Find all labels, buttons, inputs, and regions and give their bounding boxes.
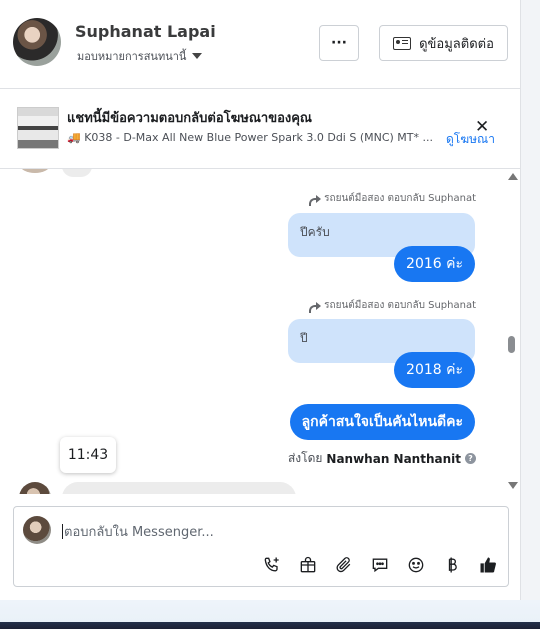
assign-conversation-dropdown[interactable]: มอบหมายการสนทนานี้ — [77, 47, 203, 65]
shopping-bag-icon[interactable] — [296, 555, 320, 575]
caret-down-icon — [192, 53, 203, 59]
sender-name: Nanwhan Nanthanit — [326, 451, 461, 466]
conversation-panel: Suphanat Lapai มอบหมายการสนทนานี้ ··· ดู… — [0, 0, 521, 600]
scrollbar-thumb[interactable] — [508, 336, 515, 353]
emoji-icon[interactable] — [404, 555, 428, 575]
sent-by-note: ส่งโดย Nanwhan Nanthanit ? — [288, 449, 476, 468]
ad-thumbnail[interactable] — [17, 107, 59, 149]
reply-note-text: รถยนต์มือสอง ตอบกลับ Suphanat — [324, 193, 476, 204]
sent-by-prefix: ส่งโดย — [287, 451, 323, 465]
view-contact-button[interactable]: ดูข้อมูลติดต่อ — [379, 25, 508, 61]
reply-note: รถยนต์มือสอง ตอบกลับ Suphanat — [309, 191, 476, 206]
message-composer[interactable]: ตอบกลับใน Messenger... — [13, 506, 509, 587]
avatar[interactable] — [13, 18, 61, 66]
baht-icon[interactable] — [440, 555, 464, 575]
scroll-down-icon[interactable] — [508, 482, 518, 489]
user-name[interactable]: Suphanat Lapai — [75, 22, 216, 41]
message-bubble — [62, 169, 92, 177]
timestamp-tooltip: 11:43 — [60, 437, 116, 473]
reply-arrow-icon — [309, 194, 322, 206]
view-ad-link[interactable]: ดูโฆษณา — [446, 130, 495, 149]
help-icon[interactable]: ? — [465, 453, 476, 464]
sent-message-bubble[interactable]: 2016 ค่ะ — [394, 246, 475, 282]
ad-reply-banner: แชทนี้มีข้อความตอบกลับต่อโฆษณาของคุณ 🚚 K… — [0, 88, 520, 169]
assign-label: มอบหมายการสนทนานี้ — [77, 50, 187, 63]
scroll-up-icon[interactable] — [508, 173, 518, 180]
reply-input[interactable]: ตอบกลับใน Messenger... — [62, 521, 214, 542]
paperclip-icon[interactable] — [332, 555, 356, 575]
avatar — [23, 516, 51, 544]
ad-banner-subtitle: 🚚 K038 - D-Max All New Blue Power Spark … — [67, 131, 434, 144]
id-card-icon — [393, 36, 412, 50]
view-contact-label: ดูข้อมูลติดต่อ — [419, 36, 494, 52]
message-bubble-icon[interactable] — [368, 555, 392, 575]
avatar — [20, 169, 50, 173]
message-bubble[interactable] — [62, 482, 296, 494]
phone-plus-icon[interactable] — [260, 555, 284, 575]
scrollbar[interactable] — [506, 170, 518, 492]
sent-message-bubble[interactable]: ลูกค้าสนใจเป็นคันไหนดีคะ — [289, 404, 475, 440]
reply-note-text: รถยนต์มือสอง ตอบกลับ Suphanat — [324, 300, 476, 311]
thumbs-up-icon[interactable] — [476, 555, 500, 575]
avatar — [19, 482, 51, 494]
page-background — [0, 600, 540, 629]
conversation-header: Suphanat Lapai มอบหมายการสนทนานี้ ··· ดู… — [0, 0, 520, 89]
sent-message-bubble[interactable]: 2018 ค่ะ — [394, 352, 475, 388]
more-options-button[interactable]: ··· — [319, 25, 359, 61]
reply-arrow-icon — [309, 301, 322, 313]
reply-input-placeholder: ตอบกลับใน Messenger... — [64, 525, 214, 540]
reply-note: รถยนต์มือสอง ตอบกลับ Suphanat — [309, 298, 476, 313]
text-cursor — [62, 524, 63, 539]
composer-toolbar — [260, 555, 500, 575]
ad-banner-title: แชทนี้มีข้อความตอบกลับต่อโฆษณาของคุณ — [67, 111, 312, 126]
